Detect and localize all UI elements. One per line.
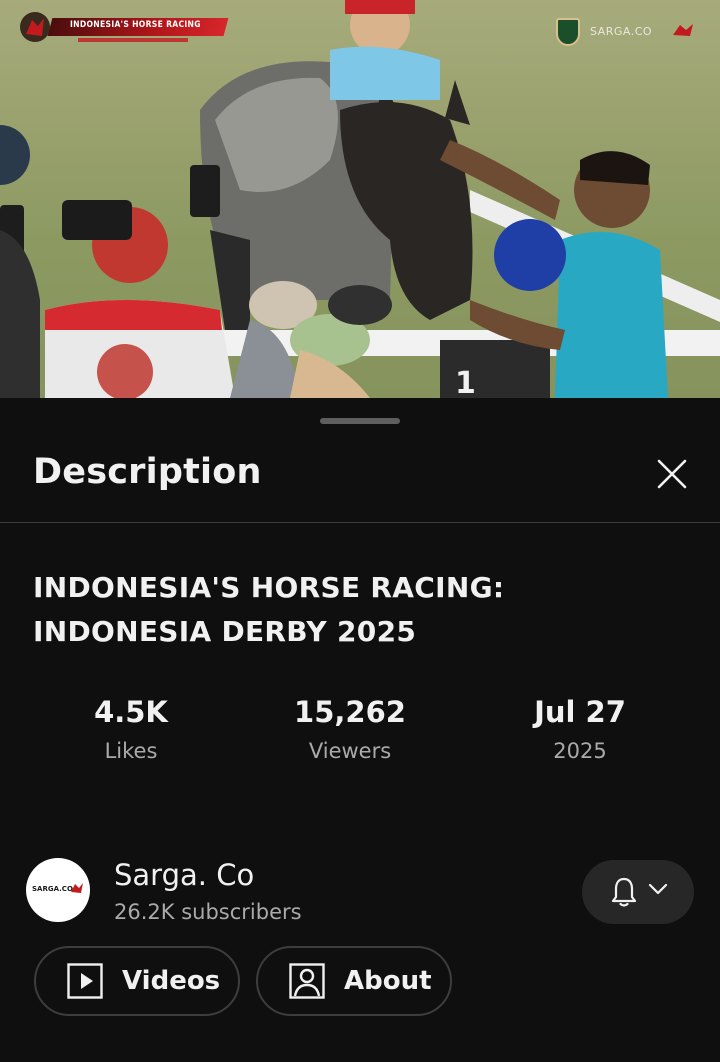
video-frame-image: 1 [0, 0, 720, 398]
horse-logo-icon [673, 24, 693, 36]
brand-watermark-text: SARGA.CO [590, 25, 653, 38]
date-value: Jul 27 [534, 695, 626, 729]
videos-button[interactable]: Videos [34, 946, 240, 1016]
description-sheet: Description INDONESIA'S HORSE RACING: IN… [0, 402, 720, 1062]
profile-icon [289, 963, 325, 999]
sheet-title: Description [33, 452, 262, 492]
broadcast-title-banner: INDONESIA'S HORSE RACING [18, 8, 244, 48]
about-button[interactable]: About [256, 946, 452, 1016]
horse-logo-icon [71, 883, 83, 893]
about-button-label: About [344, 966, 432, 996]
viewers-stat: 15,262 Viewers [250, 694, 450, 768]
drag-handle[interactable] [320, 418, 400, 424]
viewers-label: Viewers [308, 739, 392, 763]
close-icon [657, 459, 687, 489]
video-player[interactable]: 1 INDONESIA'S HORSE RACING SARGA.CO [0, 0, 720, 398]
shield-icon [556, 18, 580, 46]
divider [0, 522, 720, 523]
video-title: INDONESIA'S HORSE RACING: INDONESIA DERB… [33, 566, 693, 654]
svg-text:1: 1 [455, 366, 476, 398]
videos-button-label: Videos [122, 966, 221, 996]
viewers-count: 15,262 [294, 695, 406, 729]
video-title-line: INDONESIA DERBY 2025 [33, 615, 417, 648]
avatar-text: SARGA.CO [32, 885, 73, 893]
brand-watermark: SARGA.CO [554, 16, 694, 48]
bell-icon [611, 877, 637, 907]
channel-avatar[interactable]: SARGA.CO [26, 858, 90, 922]
likes-stat: 4.5K Likes [31, 694, 231, 768]
likes-count: 4.5K [94, 695, 168, 729]
play-box-icon [67, 963, 103, 999]
chevron-down-icon [648, 883, 668, 895]
channel-name[interactable]: Sarga. Co [114, 858, 254, 892]
close-button[interactable] [648, 450, 696, 498]
notification-button[interactable] [582, 860, 694, 924]
subscriber-count: 26.2K subscribers [114, 900, 302, 924]
race-logo-icon [20, 12, 50, 42]
year-label: 2025 [553, 739, 607, 763]
broadcast-title-text: INDONESIA'S HORSE RACING [70, 20, 201, 30]
likes-label: Likes [104, 739, 158, 763]
video-title-line: INDONESIA'S HORSE RACING: [33, 571, 505, 604]
date-stat: Jul 27 2025 [480, 694, 680, 768]
